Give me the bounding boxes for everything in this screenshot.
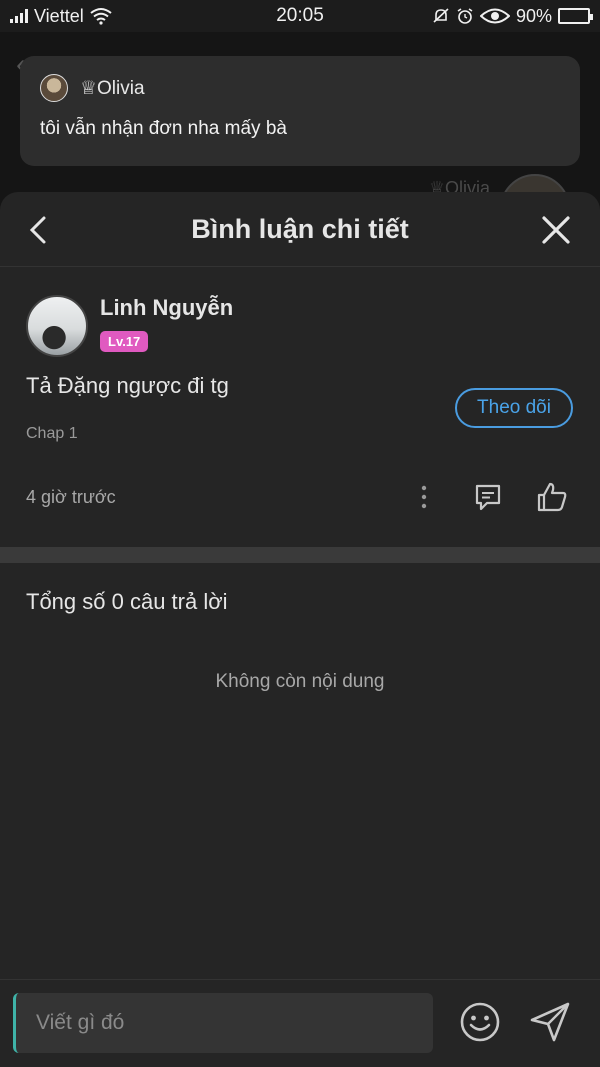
close-icon [542,216,570,244]
close-button[interactable] [538,212,574,248]
battery-icon [558,8,593,24]
notification-message: tôi vẫn nhận đơn nha mấy bà [40,118,287,139]
more-options-button[interactable] [404,477,444,517]
send-button[interactable] [528,1000,572,1044]
eye-icon [479,8,510,24]
signal-icon [10,9,28,23]
follow-button[interactable]: Theo dõi [455,388,573,428]
alarm-icon [457,8,473,24]
reply-button[interactable] [468,477,508,517]
chat-bubble-icon [475,484,501,511]
chevron-left-icon [29,216,46,244]
status-bar: Viettel 20:05 90% [0,0,600,32]
sheet-header: Bình luận chi tiết [0,192,600,267]
notification-toast[interactable]: ♕Olivia tôi vẫn nhận đơn nha mấy bà [20,56,580,166]
level-badge: Lv.17 [100,331,149,352]
back-button[interactable] [20,212,56,248]
wifi-icon [90,8,112,25]
comment-input[interactable] [13,993,433,1053]
notification-sender: ♕Olivia [80,77,145,99]
comment-user-row: Linh Nguyễn Lv.17 [26,267,574,357]
emoji-button[interactable] [458,1000,502,1044]
notification-avatar [40,74,68,102]
comment-actions [404,477,572,517]
more-vertical-icon [421,485,427,509]
bell-muted-icon [433,8,449,23]
smiley-icon [460,1002,500,1042]
send-icon [530,1002,570,1042]
empty-state-text: Không còn nội dung [215,671,385,692]
notification-header: ♕Olivia [40,74,560,102]
comment-time: 4 giờ trước [26,486,116,507]
screen: Viettel 20:05 90% ♕Olivia ♕Olivia tôi vẫ… [0,0,600,1067]
status-time: 20:05 [276,5,324,26]
reply-count: Tổng số 0 câu trả lời [26,589,228,614]
comment-card: Linh Nguyễn Lv.17 Theo dõi Tả Đặng ngược… [0,267,600,517]
carrier-name: Viettel [34,5,84,26]
thumbs-up-icon [537,482,567,512]
comment-footer: 4 giờ trước [26,477,574,517]
battery-percent: 90% [515,5,552,26]
user-avatar[interactable] [26,295,88,357]
user-info: Linh Nguyễn Lv.17 [100,295,233,352]
sheet-title: Bình luận chi tiết [191,213,409,244]
comment-detail-sheet: Bình luận chi tiết Linh Nguyễn Lv.17 The… [0,192,600,1067]
comment-input-bar [0,979,600,1067]
status-left: Viettel [10,6,112,27]
user-name[interactable]: Linh Nguyễn [100,295,233,321]
like-button[interactable] [532,477,572,517]
section-divider [0,547,600,563]
status-right: 90% [432,5,593,27]
